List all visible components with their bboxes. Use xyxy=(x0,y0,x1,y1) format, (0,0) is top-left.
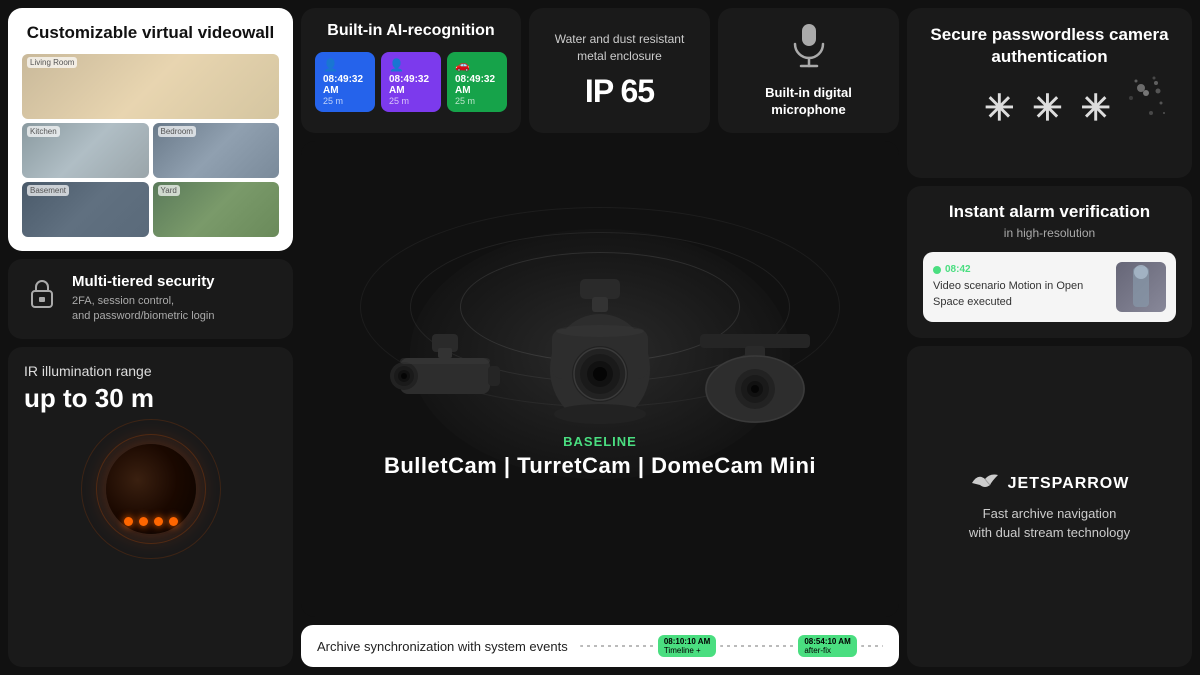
room-basement-cell: Basement xyxy=(22,182,149,237)
alarm-green-dot xyxy=(933,266,941,274)
archive-event-2-sub: after-fix xyxy=(804,646,850,655)
left-column: Customizable virtual videowall Living Ro… xyxy=(8,8,293,667)
alarm-notif-time: 08:42 xyxy=(933,264,1106,275)
bullet-cam xyxy=(380,334,510,424)
ai-badge-time3: 08:49:32 AM xyxy=(455,74,499,96)
security-card: Multi-tiered security 2FA, session contr… xyxy=(8,259,293,339)
microphone-card: Built-in digital microphone xyxy=(718,8,899,133)
dome-cam xyxy=(690,334,820,424)
jetsparrow-card: JETSPARROW Fast archive navigationwith d… xyxy=(907,346,1192,667)
ai-title: Built-in AI-recognition xyxy=(315,22,507,40)
alarm-thumbnail xyxy=(1116,262,1166,312)
security-text: Multi-tiered security 2FA, session contr… xyxy=(72,273,215,325)
archive-event-1-sub: Timeline + xyxy=(664,646,710,655)
person-icon: 👤 xyxy=(323,58,367,72)
ir-led xyxy=(169,517,178,526)
cameras-row xyxy=(380,279,820,424)
security-icon xyxy=(24,277,60,320)
center-top-row: Built-in AI-recognition 👤 08:49:32 AM 25… xyxy=(301,8,899,133)
room-bedroom-cell: Bedroom xyxy=(153,123,280,178)
jetsparrow-logo: JETSPARROW xyxy=(970,471,1130,497)
ip65-badge-text: IP 65 xyxy=(585,73,654,109)
vehicle-icon: 🚗 xyxy=(455,58,499,72)
archive-bar: Archive synchronization with system even… xyxy=(301,625,899,667)
alarm-notif-text: 08:42 Video scenario Motion in Open Spac… xyxy=(933,264,1106,310)
ai-badge-person2: 👤 08:49:32 AM 25 m xyxy=(381,52,441,112)
alarm-time-text: 08:42 xyxy=(945,264,971,275)
ai-badge-dist3: 25 m xyxy=(455,96,499,106)
brand-b-letter: B xyxy=(563,434,573,449)
timeline-dots-middle xyxy=(720,645,794,647)
camera-showcase: BASELINE BulletCam | TurretCam | DomeCam… xyxy=(301,141,899,617)
room-bedroom-label: Bedroom xyxy=(158,126,196,137)
ir-led xyxy=(124,517,133,526)
ir-camera-visual xyxy=(76,424,226,554)
archive-event-2-time: 08:54:10 AM xyxy=(804,637,850,646)
room-kitchen-label: Kitchen xyxy=(27,126,60,137)
center-column: Built-in AI-recognition 👤 08:49:32 AM 25… xyxy=(301,8,899,667)
asterisk-group: ✳ ✳ ✳ xyxy=(984,87,1115,129)
asterisk1: ✳ xyxy=(984,87,1018,128)
ai-recognition-card: Built-in AI-recognition 👤 08:49:32 AM 25… xyxy=(301,8,521,133)
camera-models: BulletCam | TurretCam | DomeCam Mini xyxy=(384,453,816,479)
ai-badge-time1: 08:49:32 AM xyxy=(323,74,367,96)
security-desc: 2FA, session control,and password/biomet… xyxy=(72,294,215,325)
ip65-title: Water and dust resistant metal enclosure xyxy=(543,31,696,65)
ai-badge-dist1: 25 m xyxy=(323,96,367,106)
room-yard-label: Yard xyxy=(158,185,180,196)
dome-cam-svg xyxy=(690,334,820,424)
security-title: Multi-tiered security xyxy=(72,273,215,290)
brand-rest: ASELINE xyxy=(574,434,637,449)
archive-label: Archive synchronization with system even… xyxy=(317,639,568,654)
archive-event-1-time: 08:10:10 AM xyxy=(664,637,710,646)
room-basement-label: Basement xyxy=(27,185,69,196)
alarm-title: Instant alarm verification xyxy=(923,202,1176,222)
timeline-dots-left xyxy=(580,645,654,647)
asterisk2: ✳ xyxy=(1032,87,1066,128)
room-yard-cell: Yard xyxy=(153,182,280,237)
ir-title: IR illumination range xyxy=(24,363,277,379)
passwordless-visual: ✳ ✳ ✳ xyxy=(923,68,1176,148)
ir-range: up to 30 m xyxy=(24,383,277,414)
ip65-badge: IP 65 xyxy=(585,73,654,110)
videowall-title: Customizable virtual videowall xyxy=(22,22,279,44)
microphone-icon xyxy=(791,22,827,77)
passwordless-card: Secure passwordless camera authenticatio… xyxy=(907,8,1192,178)
bullet-cam-svg xyxy=(380,334,510,424)
ir-card: IR illumination range up to 30 m xyxy=(8,347,293,667)
jetsparrow-icon xyxy=(970,471,1000,497)
alarm-card: Instant alarm verification in high-resol… xyxy=(907,186,1192,338)
person-icon2: 👤 xyxy=(389,58,433,72)
ai-badge-person1: 👤 08:49:32 AM 25 m xyxy=(315,52,375,112)
videowall-card: Customizable virtual videowall Living Ro… xyxy=(8,8,293,251)
ai-badge-dist2: 25 m xyxy=(389,96,433,106)
archive-timeline-container[interactable]: 08:10:10 AM Timeline + 08:54:10 AM after… xyxy=(580,635,883,657)
ai-badge-time2: 08:49:32 AM xyxy=(389,74,433,96)
brand-name: BASELINE xyxy=(563,434,637,449)
room-living-cell: Living Room xyxy=(22,54,279,119)
alarm-notification: 08:42 Video scenario Motion in Open Spac… xyxy=(923,252,1176,322)
asterisk3: ✳ xyxy=(1081,87,1115,128)
jetsparrow-desc: Fast archive navigationwith dual stream … xyxy=(969,505,1130,541)
timeline-dots-right xyxy=(861,645,883,647)
passwordless-title: Secure passwordless camera authenticatio… xyxy=(923,24,1176,68)
alarm-sub: in high-resolution xyxy=(923,226,1176,240)
right-column: Secure passwordless camera authenticatio… xyxy=(907,8,1192,667)
jetsparrow-name: JETSPARROW xyxy=(1008,475,1130,493)
ip65-card: Water and dust resistant metal enclosure… xyxy=(529,8,710,133)
ai-badges: 👤 08:49:32 AM 25 m 👤 08:49:32 AM 25 m 🚗 … xyxy=(315,52,507,112)
alarm-notif-msg: Video scenario Motion in Open Space exec… xyxy=(933,279,1106,310)
ir-led xyxy=(154,517,163,526)
ir-led xyxy=(139,517,148,526)
turret-cam-svg xyxy=(530,279,670,424)
archive-event-2: 08:54:10 AM after-fix xyxy=(798,635,856,657)
ai-badge-vehicle: 🚗 08:49:32 AM 25 m xyxy=(447,52,507,112)
archive-event-1: 08:10:10 AM Timeline + xyxy=(658,635,716,657)
room-living-label: Living Room xyxy=(27,57,77,68)
videowall-grid: Living Room Kitchen Bedroom Basement Yar… xyxy=(22,54,279,237)
turret-cam xyxy=(530,279,670,424)
room-kitchen-cell: Kitchen xyxy=(22,123,149,178)
microphone-title: Built-in digital microphone xyxy=(732,85,885,119)
